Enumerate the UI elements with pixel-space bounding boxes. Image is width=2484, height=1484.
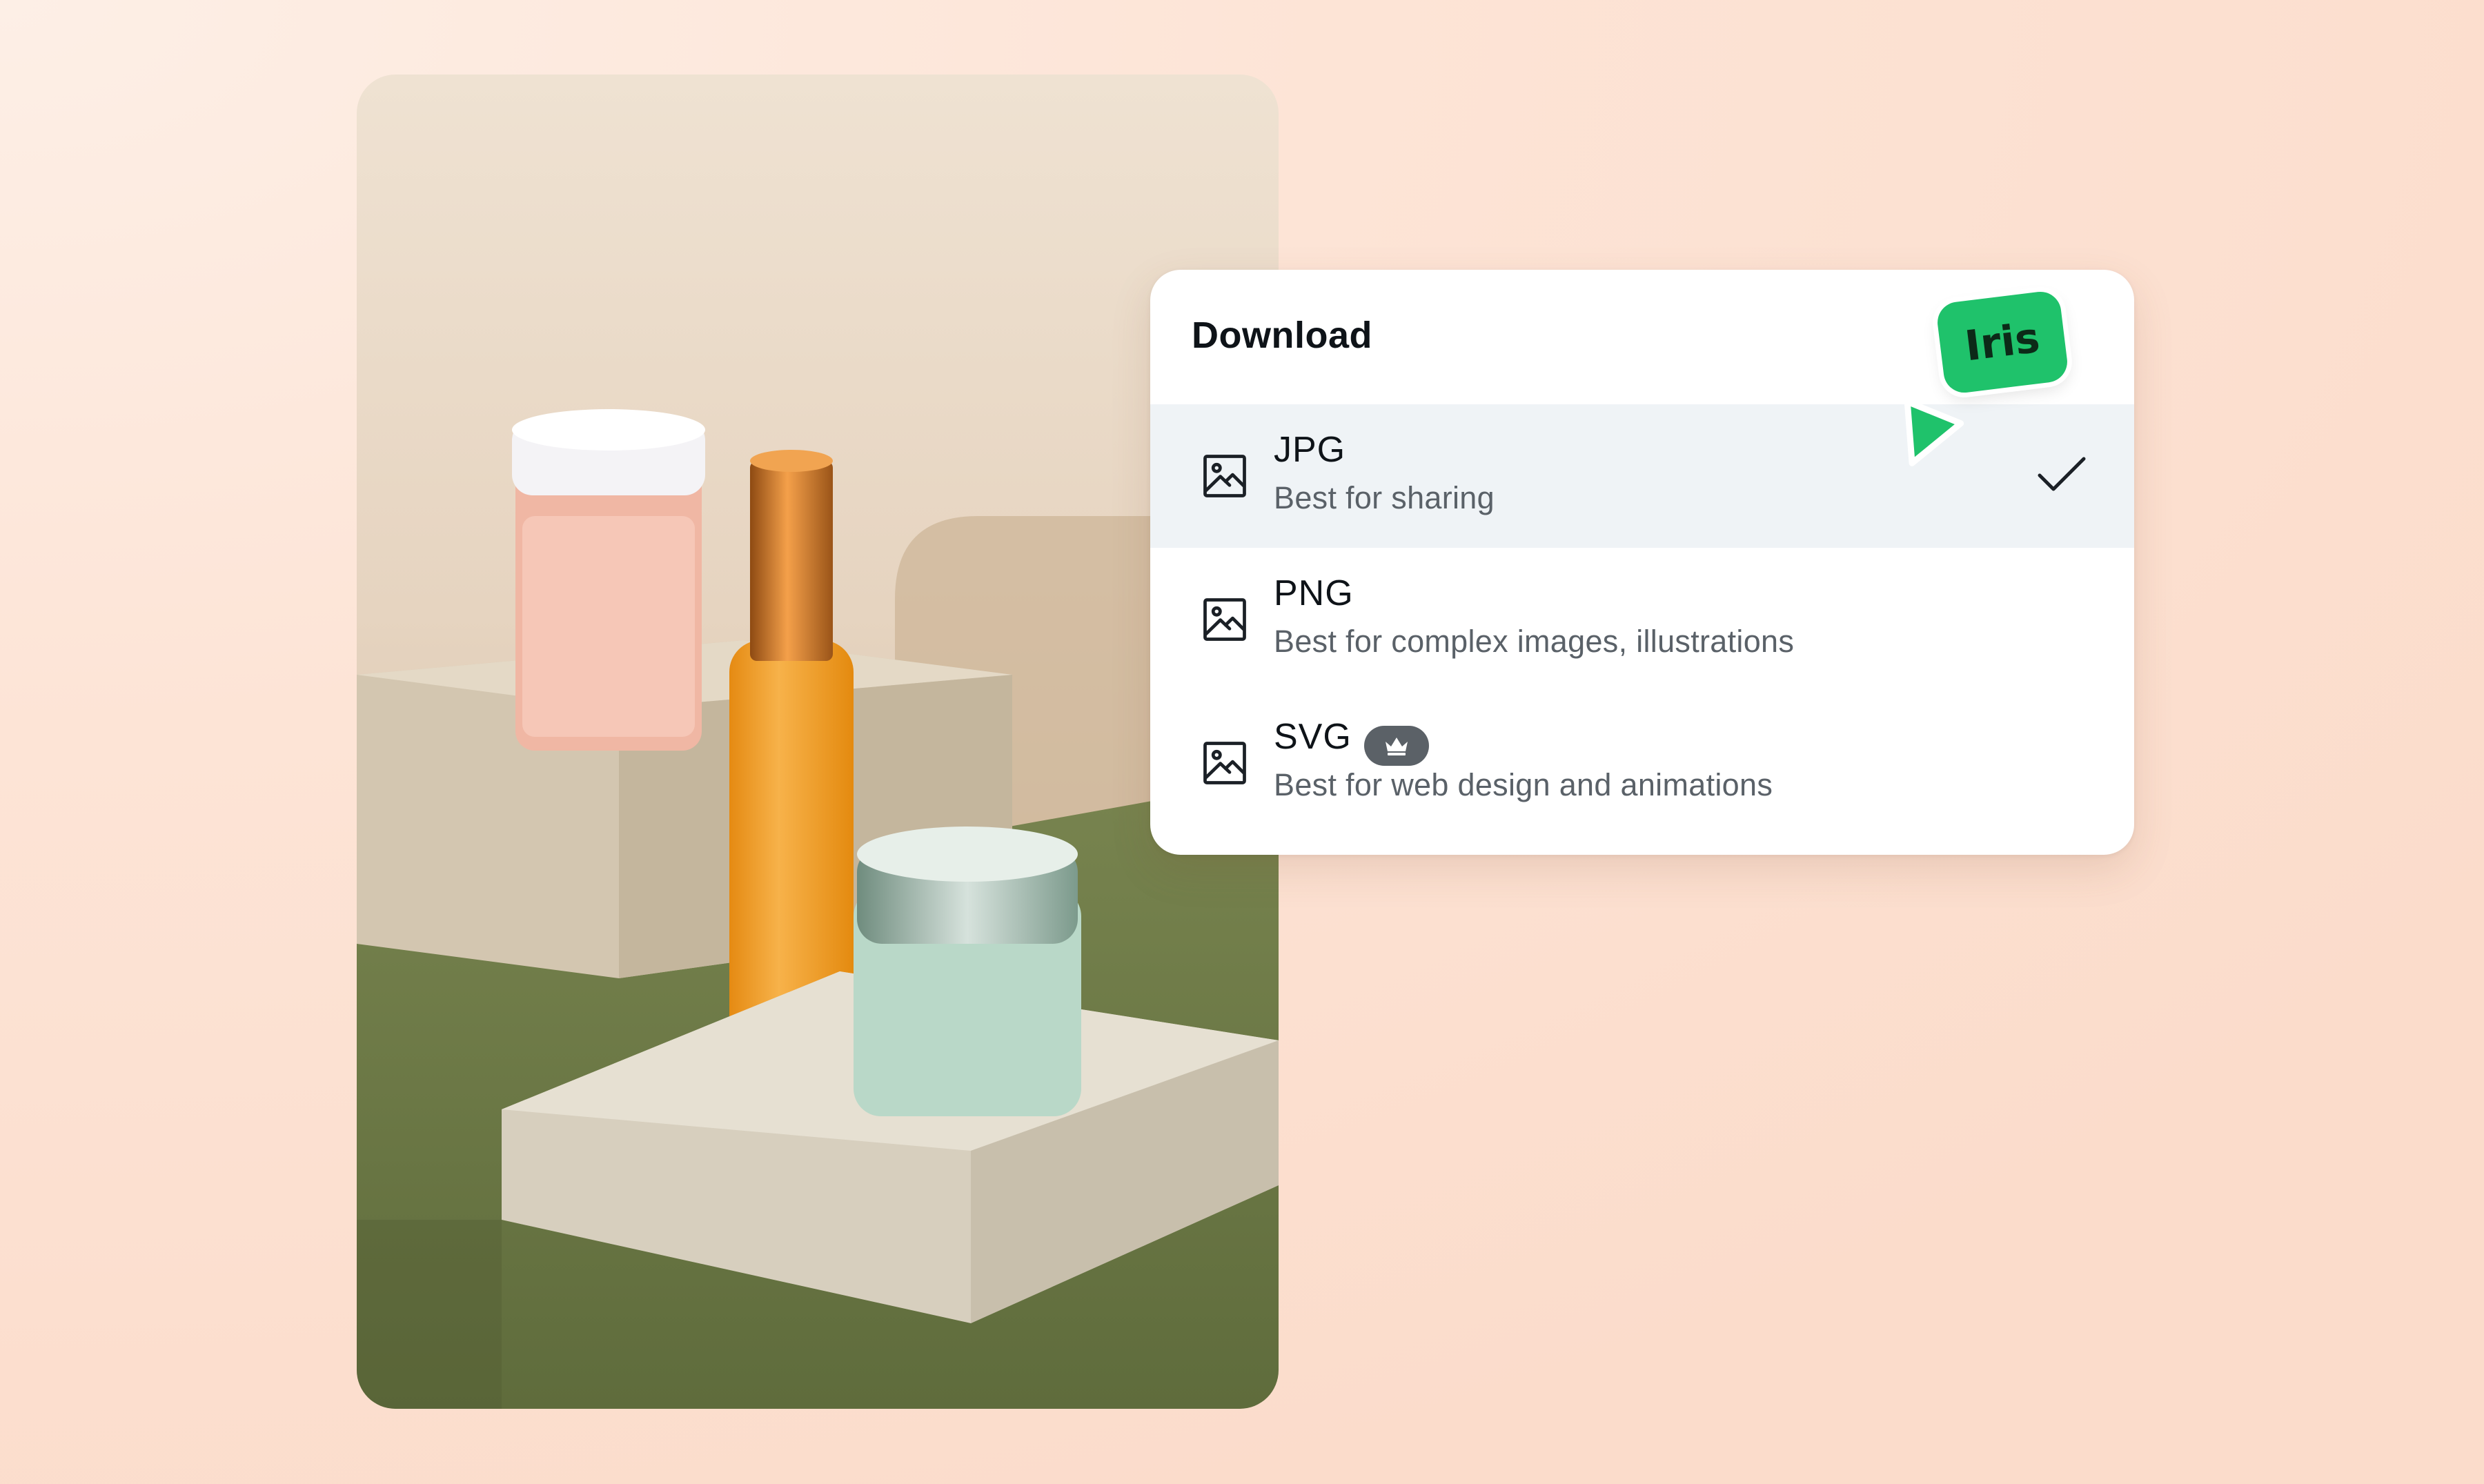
option-description: Best for sharing	[1274, 480, 1495, 515]
download-option-png[interactable]: PNG Best for complex images, illustratio…	[1150, 548, 2134, 691]
download-option-svg[interactable]: SVG Best for web design and animations	[1150, 691, 2134, 835]
panel-title: Download	[1192, 315, 1372, 356]
crown-icon	[1386, 738, 1408, 755]
collaborator-cursor-icon	[1887, 386, 1970, 469]
download-option-jpg[interactable]: JPG Best for sharing	[1150, 404, 2134, 548]
image-icon	[1199, 450, 1251, 502]
pro-badge	[1364, 726, 1429, 766]
option-name: PNG	[1274, 573, 1354, 613]
option-description: Best for web design and animations	[1274, 767, 1773, 802]
checkmark-icon	[2036, 453, 2087, 497]
product-photo	[357, 75, 1279, 1409]
image-icon	[1199, 737, 1251, 789]
product-photo-illustration	[357, 75, 1279, 1409]
option-name: JPG	[1274, 430, 1346, 470]
option-name: SVG	[1274, 717, 1352, 757]
collaborator-name: Iris	[1962, 313, 2042, 371]
collaborator-name-tag: Iris	[1935, 289, 2070, 395]
image-icon	[1199, 593, 1251, 646]
option-description: Best for complex images, illustrations	[1274, 624, 1795, 659]
